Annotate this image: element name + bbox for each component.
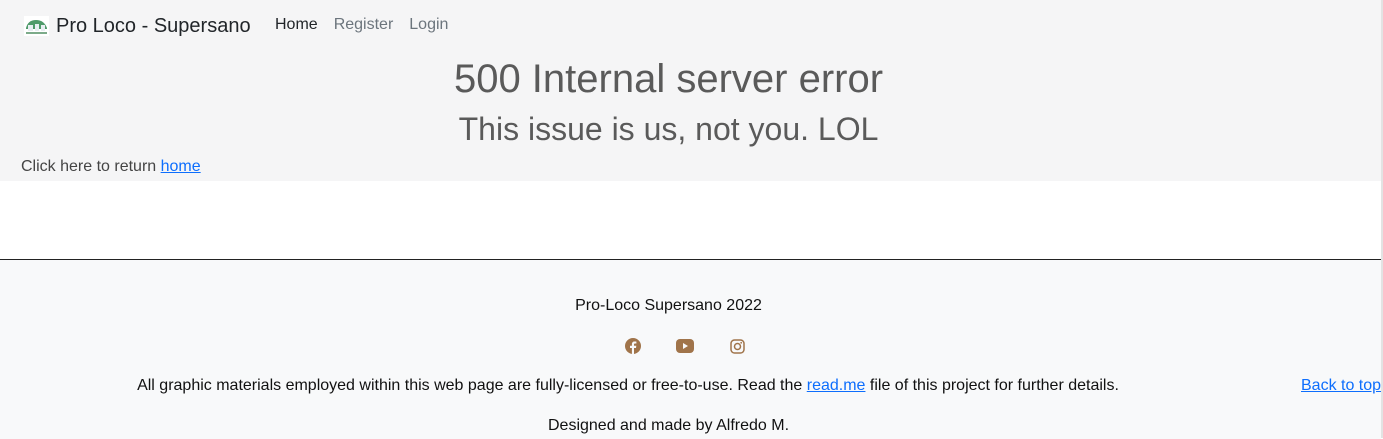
nav-links: Home Register Login xyxy=(275,16,464,34)
brand-link[interactable]: Pro Loco - Supersano xyxy=(24,13,251,39)
disclaimer-text-after: file of this project for further details… xyxy=(869,377,1119,394)
navbar: Pro Loco - Supersano Home Register Login xyxy=(0,0,1383,50)
nav-link-login[interactable]: Login xyxy=(409,16,448,34)
readme-link[interactable]: read.me xyxy=(807,377,866,394)
social-links xyxy=(621,336,749,356)
page-header-area: Pro Loco - Supersano Home Register Login… xyxy=(0,0,1383,181)
instagram-icon[interactable] xyxy=(725,336,749,356)
disclaimer-text-before: All graphic materials employed within th… xyxy=(137,377,803,394)
nav-link-register[interactable]: Register xyxy=(334,16,394,34)
footer-disclaimer: All graphic materials employed within th… xyxy=(0,377,1256,395)
nav-link-home[interactable]: Home xyxy=(275,16,318,34)
youtube-icon[interactable] xyxy=(673,336,697,356)
brand-name: Pro Loco - Supersano xyxy=(56,14,251,37)
return-home-text: Click here to return xyxy=(21,158,157,175)
return-home-line: Click here to return home xyxy=(21,158,201,176)
return-home-link[interactable]: home xyxy=(161,158,201,175)
error-title: 500 Internal server error xyxy=(453,57,884,101)
back-to-top-link[interactable]: Back to top xyxy=(1301,377,1381,395)
footer: Pro-Loco Supersano 2022 All graphic mate… xyxy=(0,259,1381,439)
designed-by: Designed and made by Alfredo M. xyxy=(547,417,790,434)
facebook-icon[interactable] xyxy=(621,336,645,356)
error-subtitle: This issue is us, not you. LOL xyxy=(458,111,879,147)
pro-loco-logo-icon xyxy=(24,16,49,36)
footer-copyright: Pro-Loco Supersano 2022 xyxy=(575,297,762,314)
